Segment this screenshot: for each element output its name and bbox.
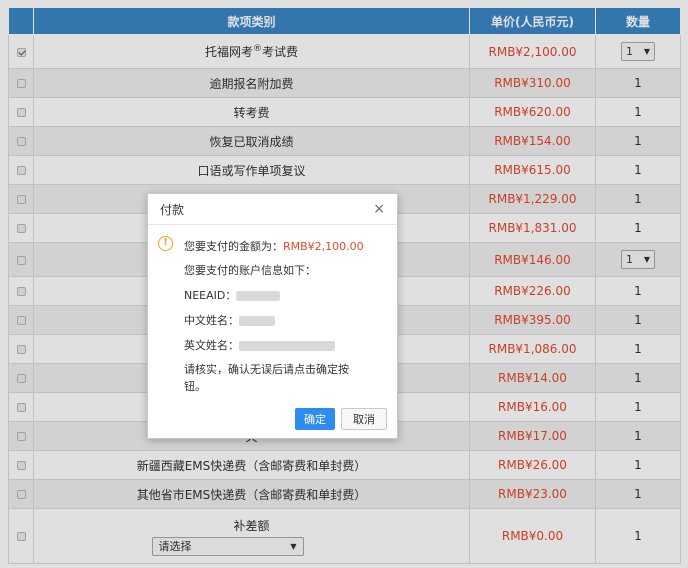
close-icon[interactable]: × — [373, 201, 385, 217]
amount-label: 您要支付的金额为： — [184, 240, 283, 253]
neeaid-line: NEEAID： — [184, 287, 281, 303]
en-name-line: 英文姓名： — [184, 337, 335, 353]
confirm-button[interactable]: 确定 — [295, 408, 335, 430]
dialog-body: ! 您要支付的金额为：RMB¥2,100.00 您要支付的账户信息如下： NEE… — [148, 225, 397, 393]
en-name-label: 英文姓名： — [184, 339, 239, 352]
warning-circle-icon: ! — [158, 236, 173, 251]
amount-line: 您要支付的金额为：RMB¥2,100.00 — [184, 238, 364, 254]
dialog-header: 付款 × — [148, 194, 397, 225]
verify-line-2: 钮。 — [184, 380, 206, 393]
amount-value: RMB¥2,100.00 — [283, 240, 364, 253]
cn-name-line: 中文姓名： — [184, 312, 275, 328]
verify-line-1: 请核实，确认无误后请点击确定按 — [184, 363, 349, 376]
account-info-label: 您要支付的账户信息如下： — [184, 264, 316, 277]
payment-dialog: 付款 × ! 您要支付的金额为：RMB¥2,100.00 您要支付的账户信息如下… — [147, 193, 398, 439]
dialog-footer: 确定 取消 — [295, 408, 387, 430]
neeaid-redacted — [236, 291, 281, 301]
cancel-button[interactable]: 取消 — [341, 408, 387, 430]
neeaid-label: NEEAID： — [184, 289, 237, 302]
cn-name-redacted — [239, 316, 275, 326]
cn-name-label: 中文姓名： — [184, 314, 239, 327]
en-name-redacted — [239, 341, 335, 351]
dialog-title: 付款 — [160, 202, 185, 217]
